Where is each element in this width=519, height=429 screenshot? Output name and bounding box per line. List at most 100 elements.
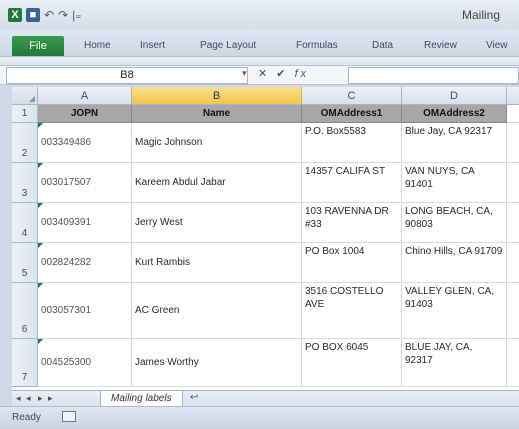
column-header-b[interactable]: B xyxy=(132,87,302,105)
tab-home[interactable]: Home xyxy=(84,40,111,51)
cell-value: 003017507 xyxy=(41,177,92,188)
first-sheet-icon[interactable]: ◂ xyxy=(16,393,21,404)
table-cell[interactable] xyxy=(507,243,519,283)
formula-bar: B8 ▾ ✕ ✔ fx xyxy=(0,66,519,85)
row-header-3[interactable]: 3 xyxy=(12,163,38,203)
macro-recording-icon[interactable] xyxy=(62,411,76,422)
row-header-6[interactable]: 6 xyxy=(12,283,38,339)
tab-insert[interactable]: Insert xyxy=(140,40,165,51)
excel-app-icon[interactable]: X xyxy=(8,8,22,22)
row-header-5[interactable]: 5 xyxy=(12,243,38,283)
cell-value: 003349486 xyxy=(41,137,92,148)
table-cell[interactable]: 103 RAVENNA DR #33 xyxy=(302,203,402,243)
column-header-e[interactable] xyxy=(507,87,519,105)
table-cell[interactable] xyxy=(507,163,519,203)
table-cell[interactable]: 14357 CALIFA ST xyxy=(302,163,402,203)
column-header-c[interactable]: C xyxy=(302,87,402,105)
error-indicator-icon xyxy=(38,283,43,288)
table-cell[interactable]: VALLEY GLEN, CA, 91403 xyxy=(402,283,507,339)
enter-icon[interactable]: ✔ xyxy=(276,67,288,80)
table-cell[interactable]: Chino Hills, CA 91709 xyxy=(402,243,507,283)
table-cell[interactable]: LONG BEACH, CA, 90803 xyxy=(402,203,507,243)
save-icon[interactable]: ■ xyxy=(26,8,40,22)
tab-view[interactable]: View xyxy=(486,40,508,51)
cell-value: 003409391 xyxy=(41,217,92,228)
table-cell[interactable]: 002824282 xyxy=(38,243,132,283)
next-sheet-icon[interactable]: ▸ xyxy=(38,393,43,404)
table-cell[interactable]: 003057301 xyxy=(38,283,132,339)
table-cell[interactable]: 004525300 xyxy=(38,339,132,387)
table-cell[interactable]: Kurt Rambis xyxy=(132,243,302,283)
cell-value: 002824282 xyxy=(41,257,92,268)
table-cell[interactable]: Blue Jay, CA 92317 xyxy=(402,123,507,163)
insert-sheet-icon[interactable]: ↩ xyxy=(190,392,198,403)
row-header-4[interactable]: 4 xyxy=(12,203,38,243)
table-cell[interactable]: AC Green xyxy=(132,283,302,339)
cell-value: LONG BEACH, CA, 90803 xyxy=(405,206,493,230)
cell-value: James Worthy xyxy=(135,357,199,368)
row-number: 6 xyxy=(21,324,28,335)
header-cell[interactable]: JOPN xyxy=(38,105,132,123)
tab-page-layout[interactable]: Page Layout xyxy=(200,40,256,51)
table-cell[interactable]: P.O. Box5583 xyxy=(302,123,402,163)
row-header-7[interactable]: 7 xyxy=(12,339,38,387)
insert-function-icon[interactable]: fx xyxy=(295,68,310,80)
sheet-tab-mailing-labels[interactable]: Mailing labels xyxy=(100,391,183,407)
cell-value: AC Green xyxy=(135,305,180,316)
error-indicator-icon xyxy=(38,243,43,248)
tab-file[interactable]: File xyxy=(12,36,64,56)
table-cell[interactable]: Kareem Abdul Jabar xyxy=(132,163,302,203)
cell-value: Kurt Rambis xyxy=(135,257,191,268)
customize-toolbar-icon[interactable]: |₌ xyxy=(72,8,81,22)
table-cell[interactable]: VAN NUYS, CA 91401 xyxy=(402,163,507,203)
header-cell[interactable]: OMAddress2 xyxy=(402,105,507,123)
cell-value: 103 RAVENNA DR #33 xyxy=(305,206,389,230)
table-cell[interactable]: PO BOX 6045 xyxy=(302,339,402,387)
prev-sheet-icon[interactable]: ◂ xyxy=(26,393,31,404)
column-header-d[interactable]: D xyxy=(402,87,507,105)
table-cell[interactable] xyxy=(507,123,519,163)
select-all-icon: ◢ xyxy=(28,94,35,103)
header-cell[interactable]: Name xyxy=(132,105,302,123)
table-cell[interactable] xyxy=(507,105,519,123)
column-header-a[interactable]: A xyxy=(38,87,132,105)
table-cell[interactable]: 003409391 xyxy=(38,203,132,243)
table-cell[interactable] xyxy=(507,203,519,243)
row-header-1[interactable]: 1 xyxy=(12,105,38,123)
table-cell[interactable]: Magic Johnson xyxy=(132,123,302,163)
cell-value: PO Box 1004 xyxy=(305,246,365,257)
last-sheet-icon[interactable]: ▸ xyxy=(48,393,53,404)
redo-icon[interactable]: ↷ xyxy=(58,8,68,22)
tab-data[interactable]: Data xyxy=(372,40,393,51)
error-indicator-icon xyxy=(38,163,43,168)
name-box[interactable]: B8 xyxy=(6,67,248,84)
row-number: 5 xyxy=(21,268,28,279)
table-cell[interactable]: 3516 COSTELLO AVE xyxy=(302,283,402,339)
cell-value: 3516 COSTELLO AVE xyxy=(305,286,384,310)
table-cell[interactable]: James Worthy xyxy=(132,339,302,387)
table-cell[interactable]: 003349486 xyxy=(38,123,132,163)
status-mode: Ready xyxy=(12,412,41,423)
spreadsheet-grid[interactable]: ◢ A B C D 1 JOPN Name OMAddress1 OMAddress2 2 0033… xyxy=(12,87,519,390)
select-all-corner[interactable]: ◢ xyxy=(12,87,38,105)
cell-value: Magic Johnson xyxy=(135,137,203,148)
table-cell[interactable]: PO Box 1004 xyxy=(302,243,402,283)
cell-value: VAN NUYS, CA 91401 xyxy=(405,166,475,190)
cell-value: Blue Jay, CA 92317 xyxy=(405,126,493,137)
table-cell[interactable] xyxy=(507,283,519,339)
row-header-2[interactable]: 2 xyxy=(12,123,38,163)
tab-review[interactable]: Review xyxy=(424,40,457,51)
table-cell[interactable]: Jerry West xyxy=(132,203,302,243)
formula-input[interactable] xyxy=(348,67,519,84)
error-indicator-icon xyxy=(38,123,43,128)
tab-formulas[interactable]: Formulas xyxy=(296,40,338,51)
table-cell[interactable]: BLUE JAY, CA, 92317 xyxy=(402,339,507,387)
cell-value: Chino Hills, CA 91709 xyxy=(405,246,503,257)
name-box-dropdown-icon[interactable]: ▾ xyxy=(242,68,247,79)
cell-value: Kareem Abdul Jabar xyxy=(135,177,226,188)
undo-icon[interactable]: ↶ xyxy=(44,8,54,22)
header-cell[interactable]: OMAddress1 xyxy=(302,105,402,123)
table-cell[interactable]: 003017507 xyxy=(38,163,132,203)
cancel-icon[interactable]: ✕ xyxy=(258,67,270,80)
table-cell[interactable] xyxy=(507,339,519,387)
